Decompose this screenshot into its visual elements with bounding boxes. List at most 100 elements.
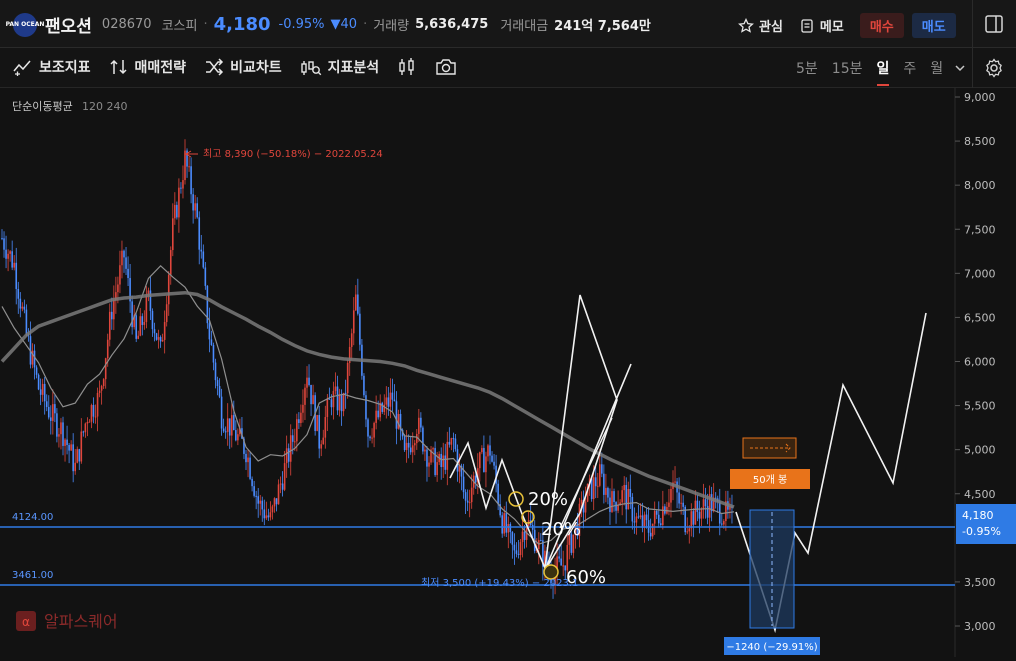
candle-body xyxy=(220,396,223,429)
candle-body xyxy=(202,251,205,268)
candle-body xyxy=(135,315,137,339)
indicator-tool-button[interactable]: 보조지표 xyxy=(13,57,91,77)
candle-body xyxy=(633,521,636,523)
candle-body xyxy=(462,476,465,493)
stock-name[interactable]: 팬오션 xyxy=(45,12,92,37)
candle-body xyxy=(285,448,288,464)
candle-body xyxy=(56,413,58,437)
candle-body xyxy=(698,511,701,519)
candle-body xyxy=(23,306,26,310)
chevron-down-icon[interactable] xyxy=(953,61,967,75)
candle-body xyxy=(82,431,85,433)
candle-body xyxy=(143,322,146,325)
period-week[interactable]: 주 xyxy=(903,58,916,78)
y-tick-label: 9,000 xyxy=(964,91,996,104)
candle-body xyxy=(436,462,438,476)
candle-body xyxy=(393,399,396,402)
candle-body xyxy=(352,310,355,334)
candle-body xyxy=(277,484,280,505)
candle-body xyxy=(694,500,697,525)
candle-body xyxy=(224,431,227,433)
watch-button[interactable]: 관심 xyxy=(738,16,783,35)
camera-icon xyxy=(436,59,456,75)
candle-body xyxy=(446,441,449,470)
period-15min[interactable]: 15분 xyxy=(832,58,863,78)
candle-body xyxy=(560,558,562,566)
candle-body xyxy=(607,487,609,498)
candle-body xyxy=(369,436,371,439)
candle-body xyxy=(363,375,365,396)
candle-body xyxy=(655,510,658,515)
memo-button[interactable]: 메모 xyxy=(799,16,844,35)
pct-label-20a: 20% xyxy=(528,489,568,510)
price-chart[interactable]: 9,000 8,500 8,000 7,500 7,000 6,500 6,000 5,500… xyxy=(0,88,1016,657)
candle-body xyxy=(139,316,142,336)
candle-body xyxy=(428,462,430,467)
candle-body xyxy=(306,377,308,388)
fib-circle-3[interactable] xyxy=(543,564,559,580)
candle-body xyxy=(163,322,166,340)
candle-body xyxy=(113,299,115,320)
candle-body xyxy=(192,194,194,211)
candle-body xyxy=(204,267,207,286)
candle-body xyxy=(422,427,424,452)
candle-body xyxy=(194,203,196,211)
candle-body xyxy=(680,502,682,504)
period-5min[interactable]: 5분 xyxy=(796,58,818,78)
period-day[interactable]: 일 xyxy=(876,58,890,86)
screenshot-button[interactable] xyxy=(435,57,463,77)
candle-body xyxy=(342,392,345,412)
candle-body xyxy=(237,434,239,441)
candle-body xyxy=(395,401,398,429)
candle-body xyxy=(330,399,333,408)
strategy-icon xyxy=(110,59,127,75)
analysis-tool-button[interactable]: 지표분석 xyxy=(300,57,379,77)
compare-tool-button[interactable]: 비교차트 xyxy=(204,57,282,77)
indicator-name[interactable]: 단순이동평균 xyxy=(12,100,73,113)
tool-label-strategy: 매매전략 xyxy=(134,60,187,76)
sell-button[interactable]: 매도 xyxy=(911,13,956,38)
candle-body xyxy=(635,516,638,523)
candle-body xyxy=(159,337,162,342)
candle-body xyxy=(316,415,318,431)
candle-body xyxy=(367,419,369,437)
strategy-tool-button[interactable]: 매매전략 xyxy=(109,57,187,77)
candle-body xyxy=(106,339,109,359)
candle-body xyxy=(336,386,339,411)
candle-body xyxy=(721,523,723,525)
candle-body xyxy=(304,387,306,405)
candle-body xyxy=(420,417,422,428)
buy-button[interactable]: 매수 xyxy=(859,13,904,38)
candle-body xyxy=(226,418,229,432)
candle-body xyxy=(700,508,703,519)
candle-body xyxy=(230,415,233,436)
chart-type-button[interactable] xyxy=(397,57,423,77)
candle-body xyxy=(723,521,725,525)
gear-icon[interactable] xyxy=(984,58,1004,78)
candle-body xyxy=(397,413,400,429)
candle-body xyxy=(216,380,219,386)
candle-body xyxy=(43,383,46,402)
candle-body xyxy=(253,486,255,496)
chart-canvas[interactable]: 9,000 8,500 8,000 7,500 7,000 6,500 6,000 5,500… xyxy=(0,88,1016,657)
candle-body xyxy=(271,506,274,513)
candle-body xyxy=(344,392,347,394)
stock-info: PAN OCEAN 팬오션 028670 코스피 · 4,180 -0.95% … xyxy=(6,12,651,37)
candle-body xyxy=(515,550,518,554)
separator-dot: · xyxy=(203,17,208,32)
chart-toolbar: 보조지표 매매전략 비교차트 지표분석 5분 15분 일 주 월 xyxy=(0,48,1016,88)
candle-body xyxy=(298,419,300,423)
candle-body xyxy=(145,295,148,323)
candle-body xyxy=(94,416,97,418)
candle-body xyxy=(643,514,646,528)
candle-body xyxy=(383,404,386,412)
candle-body xyxy=(599,464,601,486)
candle-body xyxy=(235,430,237,441)
candle-body xyxy=(58,434,60,437)
panel-toggle-icon[interactable] xyxy=(984,14,1004,34)
candle-body xyxy=(456,449,459,472)
candle-body xyxy=(454,438,457,450)
candle-body xyxy=(355,294,357,311)
candle-body xyxy=(247,457,249,463)
period-month[interactable]: 월 xyxy=(930,58,943,78)
